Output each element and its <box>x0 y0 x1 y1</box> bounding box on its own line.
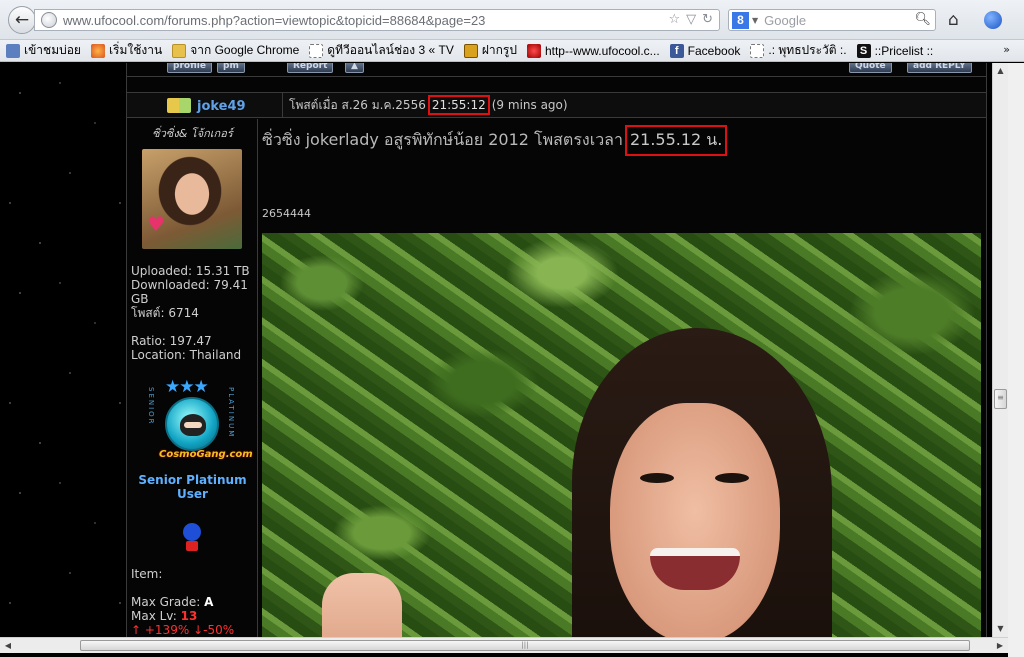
posts-stat: โพสต์: 6714 <box>131 306 199 320</box>
post-photo[interactable] <box>262 233 981 637</box>
facebook-icon: f <box>669 43 684 58</box>
tz-icon <box>463 43 478 58</box>
scroll-right-icon[interactable]: ▶ <box>992 638 1008 653</box>
bookmark-buddha[interactable]: .: พุทธประวัติ :. <box>750 41 847 60</box>
downloaded-stat: Downloaded: 79.41 GB <box>131 278 248 306</box>
scroll-left-icon[interactable]: ◀ <box>0 638 16 653</box>
location-stat: Location: Thailand <box>131 348 242 362</box>
rank-stars-icon: ★★★ <box>165 377 209 397</box>
bookmark-from-chrome[interactable]: จาก Google Chrome <box>172 41 299 60</box>
quote-button[interactable]: Quote <box>849 63 892 73</box>
globe-icon <box>41 12 57 28</box>
horizontal-scrollbar[interactable]: ◀ ||| ▶ <box>0 637 1008 653</box>
horizontal-scroll-thumb[interactable]: ||| <box>80 640 970 651</box>
s-icon: S <box>856 43 871 58</box>
bookmark-most-visited[interactable]: เข้าชมบ่อย <box>6 41 81 60</box>
bookmark-tv[interactable]: ดูทีวีออนไลน์ช่อง 3 « TV <box>309 41 454 60</box>
item-label: Item: <box>131 567 163 581</box>
url-bar-icons: ☆ ▽ ↻ <box>668 12 713 27</box>
rank-side-left: SENIOR <box>147 387 155 426</box>
home-icon[interactable]: ⌂ <box>948 10 959 30</box>
bookmark-ufocool[interactable]: http--www.ufocool.c... <box>526 43 660 58</box>
scroll-down-icon[interactable]: ▼ <box>993 621 1008 637</box>
previous-post-footer: profile pm Report ▲ Quote add REPLY <box>127 63 986 77</box>
user-custom-title: ซิ่วซิ่ง& โจ้กเกอร์ <box>152 127 233 140</box>
max-lv-value: 13 <box>180 609 198 623</box>
pm-button[interactable]: pm <box>217 63 245 73</box>
bookmarks-bar: เข้าชมบ่อย เริ่มใช้งาน จาก Google Chrome… <box>0 40 1024 62</box>
vertical-scrollbar[interactable]: ▲ ≡ ▼ <box>992 63 1008 637</box>
uploaded-stat: Uploaded: 15.31 TB <box>131 264 250 278</box>
pin-icon <box>6 43 20 58</box>
grade-block: Max Grade: A Max Lv: 13 ↑ +139% ↓-50% <box>131 595 235 637</box>
post-time-highlight: 21:55:12 <box>427 95 490 115</box>
reload-icon[interactable]: ↻ <box>702 12 713 27</box>
back-arrow-icon: ← <box>14 10 30 30</box>
search-engine-caret-icon[interactable]: ▼ <box>752 16 758 25</box>
vertical-scroll-thumb[interactable]: ≡ <box>994 389 1007 409</box>
top-button[interactable]: ▲ <box>345 63 364 73</box>
bookmark-upload-image[interactable]: ฝากรูป <box>463 41 517 60</box>
bookmark-getting-started[interactable]: เริ่มใช้งาน <box>90 41 162 60</box>
cosmogang-logo: CosmoGang.com <box>159 449 253 460</box>
rank-name: Senior Platinum User <box>138 473 247 501</box>
page-viewport: profile pm Report ▲ Quote add REPLY joke… <box>0 63 1008 637</box>
user-badge-icon <box>167 98 191 113</box>
author-link[interactable]: joke49 <box>197 99 246 114</box>
photo-hand <box>322 573 402 637</box>
page-icon <box>750 43 765 58</box>
bookmark-star-icon[interactable]: ☆ <box>668 12 680 27</box>
post-code: 2654444 <box>262 207 311 220</box>
ninja-icon <box>165 397 219 451</box>
max-grade-value: A <box>204 595 214 609</box>
photo-face <box>610 403 780 637</box>
bookmark-pricelist[interactable]: S::Pricelist :: <box>856 43 933 58</box>
post-date: โพสต์เมื่อ ส.26 ม.ค.2556 <box>289 97 426 112</box>
post-title: ซิ่วซิ่ง jokerlady อสูรพิทักษ์น้อย 2012 … <box>262 125 728 156</box>
post-title-time-highlight: 21.55.12 น. <box>624 125 728 156</box>
addon-icon[interactable] <box>984 11 1002 29</box>
url-bar[interactable]: www.ufocool.com/forums.php?action=viewto… <box>34 9 720 31</box>
forum-post-table: profile pm Report ▲ Quote add REPLY joke… <box>126 63 987 637</box>
report-button[interactable]: Report <box>287 63 334 73</box>
search-placeholder[interactable]: Google <box>764 13 806 28</box>
post-body: ซิ่วซิ่ง jokerlady อสูรพิทักษ์น้อย 2012 … <box>260 119 986 637</box>
scroll-up-icon[interactable]: ▲ <box>993 63 1008 79</box>
window-edge <box>1008 63 1024 657</box>
rank-badge: ★★★ SENIOR PLATINUM CosmoGang.com <box>147 377 253 467</box>
rank-side-right: PLATINUM <box>227 387 235 439</box>
search-bar[interactable]: 8 ▼ Google 🔍︎ <box>728 9 936 31</box>
profile-button[interactable]: profile <box>167 63 212 73</box>
bookmark-facebook[interactable]: f Facebook <box>669 43 740 58</box>
search-icon[interactable]: 🔍︎ <box>914 12 931 27</box>
url-text[interactable]: www.ufocool.com/forums.php?action=viewto… <box>63 13 485 28</box>
dropdown-arrow-icon[interactable]: ▽ <box>686 12 696 27</box>
user-stats: Uploaded: 15.31 TB Downloaded: 79.41 GB … <box>131 264 258 362</box>
heart-icon: ♥ <box>147 212 165 236</box>
google-search-engine-icon[interactable]: 8 <box>732 11 749 29</box>
ufo-icon <box>526 43 541 58</box>
user-info-column: ซิ่วซิ่ง& โจ้กเกอร์ ♥ Uploaded: 15.31 TB… <box>127 119 258 637</box>
sonic-item-icon <box>177 523 207 553</box>
bookmarks-more-chevron-icon[interactable]: » <box>1003 43 1010 56</box>
post-meta: โพสต์เมื่อ ส.26 ม.ค.2556 21:55:12 (9 min… <box>282 93 568 117</box>
add-reply-button[interactable]: add REPLY <box>907 63 972 73</box>
browser-navbar: ← www.ufocool.com/forums.php?action=view… <box>0 0 1024 40</box>
post-title-text: ซิ่วซิ่ง jokerlady อสูรพิทักษ์น้อย 2012 … <box>262 130 623 149</box>
ratio-stat: Ratio: 197.47 <box>131 334 212 348</box>
boost-line: ↑ +139% ↓-50% <box>131 623 235 637</box>
back-button[interactable]: ← <box>8 6 36 34</box>
post-age: (9 mins ago) <box>491 98 568 112</box>
firefox-icon <box>90 43 105 58</box>
page-icon <box>309 43 324 58</box>
folder-icon <box>172 43 187 58</box>
post-header: joke49 โพสต์เมื่อ ส.26 ม.ค.2556 21:55:12… <box>127 92 986 118</box>
